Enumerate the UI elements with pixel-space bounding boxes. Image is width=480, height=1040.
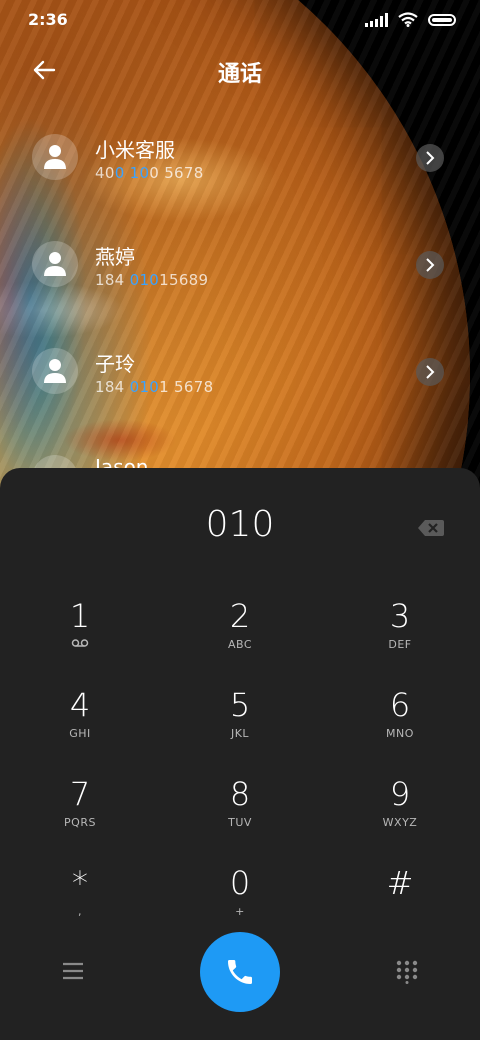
call-button[interactable] — [200, 932, 280, 1012]
key-5[interactable]: 5 JKL — [160, 677, 320, 766]
status-bar: 2:36 — [0, 0, 480, 40]
key-3[interactable]: 3 DEF — [320, 588, 480, 677]
person-icon — [44, 359, 66, 383]
contact-detail-button[interactable] — [416, 144, 444, 172]
menu-icon — [63, 962, 83, 980]
backspace-icon — [418, 520, 444, 536]
wifi-icon — [398, 12, 418, 27]
key-0[interactable]: 0 + — [160, 855, 320, 944]
contact-item[interactable]: 小米客服 400 100 5678 — [0, 118, 480, 198]
dial-input[interactable]: 010 — [0, 504, 480, 545]
page-title: 通话 — [217, 62, 262, 87]
chevron-right-icon — [426, 258, 435, 272]
contact-item[interactable]: 燕婷 184 01015689 — [0, 225, 480, 305]
header: 通话 — [0, 48, 480, 92]
voicemail-icon — [71, 639, 89, 647]
contact-number: 400 100 5678 — [95, 164, 204, 182]
contact-number: 184 0101 5678 — [95, 378, 214, 396]
contact-name: 燕婷 — [95, 245, 135, 269]
key-4[interactable]: 4 GHI — [0, 677, 160, 766]
key-8[interactable]: 8 TUV — [160, 766, 320, 855]
status-icons — [365, 12, 456, 27]
avatar — [32, 134, 78, 180]
contact-detail-button[interactable] — [416, 251, 444, 279]
contact-number: 184 01015689 — [95, 271, 209, 289]
key-1[interactable]: 1 — [0, 588, 160, 677]
avatar — [32, 241, 78, 287]
dialer-bottom-bar — [0, 932, 480, 1022]
person-icon — [44, 145, 66, 169]
contact-name: 小米客服 — [95, 138, 175, 162]
contact-item[interactable]: 子玲 184 0101 5678 — [0, 332, 480, 412]
keypad-toggle-button[interactable] — [396, 960, 418, 984]
signal-icon — [365, 12, 388, 27]
chevron-right-icon — [426, 151, 435, 165]
dialer-panel: 010 1 2 ABC 3 DEF 4 GHI 5 JKL 6 MNO 7 PQ… — [0, 468, 480, 1040]
dialpad-icon — [396, 960, 418, 984]
backspace-button[interactable] — [417, 518, 445, 538]
avatar — [32, 348, 78, 394]
status-time: 2:36 — [28, 10, 68, 29]
key-2[interactable]: 2 ABC — [160, 588, 320, 677]
contact-detail-button[interactable] — [416, 358, 444, 386]
battery-icon — [428, 13, 456, 26]
key-6[interactable]: 6 MNO — [320, 677, 480, 766]
chevron-right-icon — [426, 365, 435, 379]
key-9[interactable]: 9 WXYZ — [320, 766, 480, 855]
key-star[interactable]: * , — [0, 855, 160, 944]
key-hash[interactable]: # — [320, 855, 480, 944]
menu-button[interactable] — [62, 962, 86, 982]
key-7[interactable]: 7 PQRS — [0, 766, 160, 855]
person-icon — [44, 252, 66, 276]
phone-icon — [228, 960, 252, 984]
contact-name: 子玲 — [95, 352, 135, 376]
